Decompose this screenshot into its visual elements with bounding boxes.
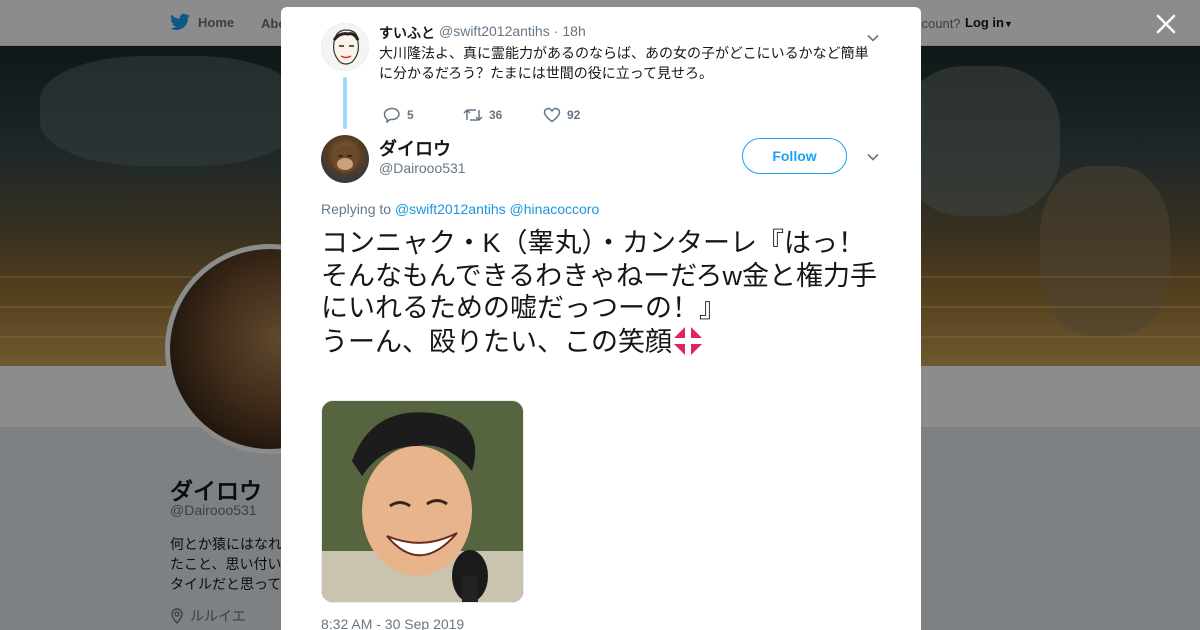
- tweet-text-body: コンニャク・K（睾丸）・カンターレ『はっ！ そんなもんできるわきゃねーだろw金と…: [321, 228, 877, 357]
- parent-avatar[interactable]: [321, 23, 369, 71]
- laughing-man-photo-icon: [322, 401, 523, 602]
- reply-icon: [383, 107, 400, 123]
- parent-tweet-actions: 5 36 92: [383, 107, 623, 123]
- header-separator: ·: [553, 23, 559, 39]
- tweet-timestamp[interactable]: 8:32 AM - 30 Sep 2019: [321, 616, 464, 630]
- tweet-modal: すいふと @swift2012antihs · 18h 大川隆法よ、真に霊能力が…: [281, 7, 921, 630]
- reply-button[interactable]: 5: [383, 107, 463, 123]
- reply-count: 5: [407, 108, 414, 122]
- author-handle[interactable]: @Dairooo531: [379, 160, 466, 176]
- replying-to-prefix: Replying to: [321, 201, 392, 217]
- like-button[interactable]: 92: [543, 107, 623, 123]
- author-avatar[interactable]: [321, 135, 369, 183]
- heart-icon: [543, 107, 561, 123]
- author-name[interactable]: ダイロウ: [379, 135, 451, 161]
- follow-button[interactable]: Follow: [742, 138, 847, 174]
- close-icon[interactable]: [1154, 12, 1178, 36]
- tweet-text: コンニャク・K（睾丸）・カンターレ『はっ！ そんなもんできるわきゃねーだろw金と…: [321, 227, 881, 358]
- caricature-face-icon: [332, 29, 360, 65]
- parent-tweet-text: 大川隆法よ、真に霊能力があるのならば、あの女の子がどこにいるかなど簡単に分かるだ…: [379, 45, 869, 81]
- reply-to-mention-2[interactable]: @hinacoccoro: [510, 201, 600, 217]
- retweet-count: 36: [489, 108, 503, 122]
- replying-to-line: Replying to @swift2012antihs @hinacoccor…: [321, 201, 599, 217]
- thread-connector-line: [343, 77, 347, 129]
- reply-to-mention-1[interactable]: @swift2012antihs: [395, 201, 506, 217]
- parent-tweet-time[interactable]: 18h: [562, 23, 585, 43]
- tweet-photo[interactable]: [321, 400, 524, 603]
- retweet-icon: [463, 108, 483, 122]
- parent-author-handle[interactable]: @swift2012antihs: [439, 23, 550, 43]
- like-count: 92: [567, 108, 581, 122]
- chimp-avatar-icon: [332, 145, 358, 173]
- anger-symbol-icon: [674, 326, 702, 355]
- retweet-button[interactable]: 36: [463, 107, 543, 123]
- parent-tweet-header: すいふと @swift2012antihs · 18h: [379, 23, 586, 43]
- more-options-chevron-icon[interactable]: [866, 150, 880, 164]
- parent-author-name[interactable]: すいふと: [379, 23, 435, 43]
